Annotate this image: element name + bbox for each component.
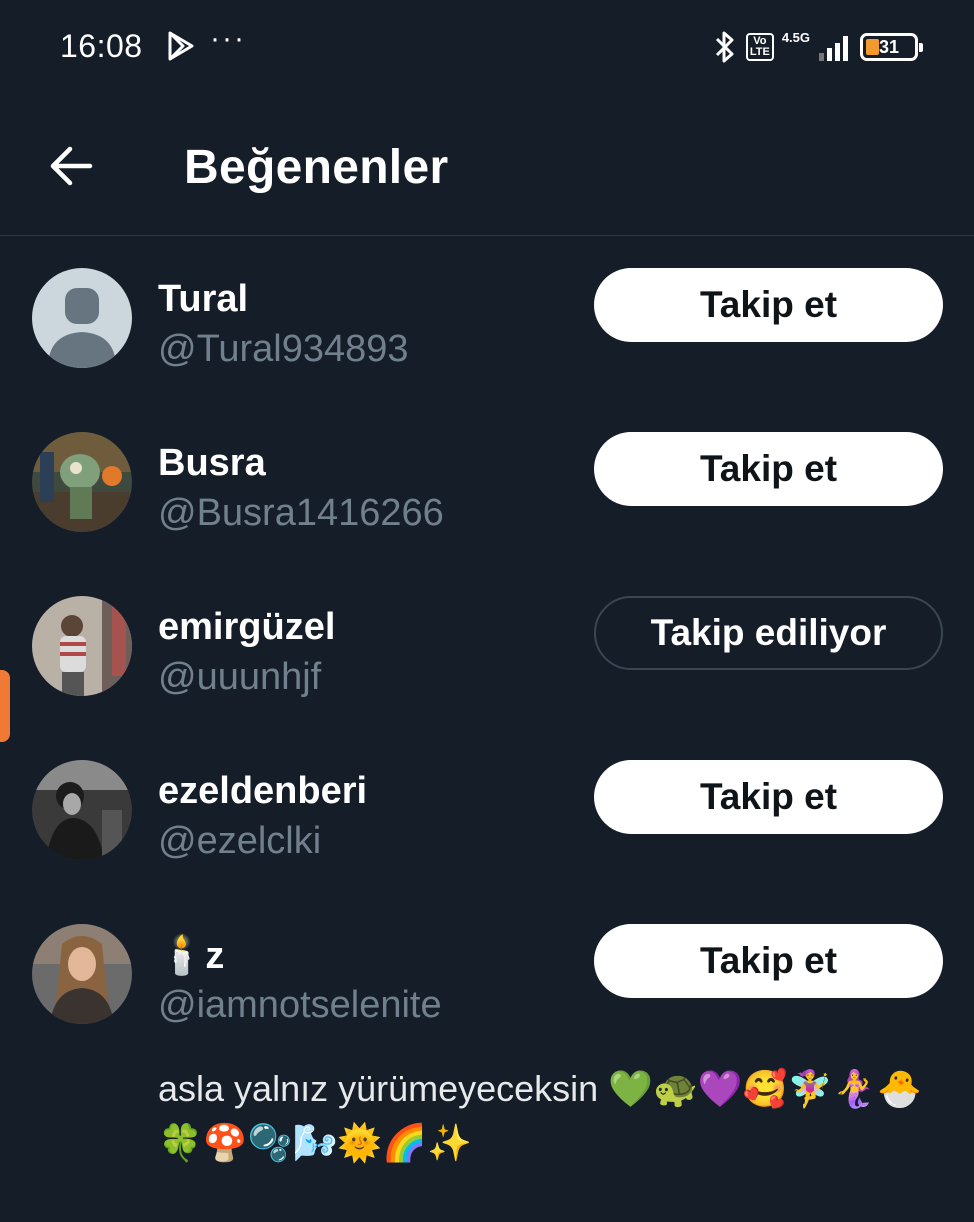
volte-icon: Vo LTE (745, 33, 774, 61)
follow-button[interactable]: Takip et (594, 760, 943, 834)
user-display-name[interactable]: Tural (158, 278, 248, 321)
user-row[interactable]: 🕯️z @iamnotselenite asla yalnız yürümeye… (0, 892, 974, 1222)
user-display-name[interactable]: 🕯️z (158, 934, 224, 978)
follow-button[interactable]: Takip et (594, 268, 943, 342)
user-display-name[interactable]: Busra (158, 442, 266, 485)
network-type: 4.5G (781, 29, 810, 45)
more-notifications-icon: ··· (210, 22, 246, 55)
battery-icon: 31 (860, 33, 923, 61)
status-bar: 16:08 ··· Vo LTE 4.5G 31 (0, 0, 974, 100)
user-row[interactable]: emirgüzel @uuunhjf Takip ediliyor (0, 564, 974, 728)
user-display-name[interactable]: ezeldenberi (158, 770, 367, 813)
user-row[interactable]: ezeldenberi @ezelclki Takip et (0, 728, 974, 892)
user-handle[interactable]: @uuunhjf (158, 656, 321, 699)
arrow-left-icon (50, 146, 93, 186)
avatar[interactable] (32, 432, 132, 532)
photo-avatar-image (32, 432, 132, 532)
status-time: 16:08 (60, 28, 143, 64)
top-bar: Beğenenler (0, 100, 974, 236)
play-store-icon (168, 31, 194, 61)
avatar[interactable] (32, 596, 132, 696)
signal-icon (819, 36, 848, 61)
photo-avatar-image (32, 596, 132, 696)
photo-avatar-image (32, 924, 132, 1024)
battery-percent: 31 (878, 36, 900, 57)
user-handle[interactable]: @Busra1416266 (158, 492, 444, 535)
user-handle[interactable]: @Tural934893 (158, 328, 409, 371)
battery-level (866, 39, 879, 55)
default-avatar-icon (32, 268, 132, 368)
user-handle[interactable]: @iamnotselenite (158, 984, 442, 1027)
user-handle[interactable]: @ezelclki (158, 820, 321, 863)
photo-avatar-image (32, 760, 132, 860)
user-bio: asla yalnız yürümeyeceksin 💚🐢💜🥰🧚‍♀️🧜‍♀️🐣… (158, 1068, 922, 1163)
avatar[interactable] (32, 760, 132, 860)
user-row[interactable]: Busra @Busra1416266 Takip et (0, 400, 974, 564)
follow-button[interactable]: Takip et (594, 924, 943, 998)
following-button[interactable]: Takip ediliyor (594, 596, 943, 670)
user-display-name[interactable]: emirgüzel (158, 606, 335, 649)
bluetooth-icon (715, 31, 734, 63)
follow-button[interactable]: Takip et (594, 432, 943, 506)
status-indicators: Vo LTE 4.5G 31 (712, 29, 923, 64)
avatar[interactable] (32, 924, 132, 1024)
user-row[interactable]: Tural @Tural934893 Takip et (0, 236, 974, 400)
back-button[interactable] (46, 140, 98, 192)
page-title: Beğenenler (184, 141, 449, 194)
likers-list: Tural @Tural934893 Takip et Busra @Busra… (0, 236, 974, 1222)
avatar[interactable] (32, 268, 132, 368)
